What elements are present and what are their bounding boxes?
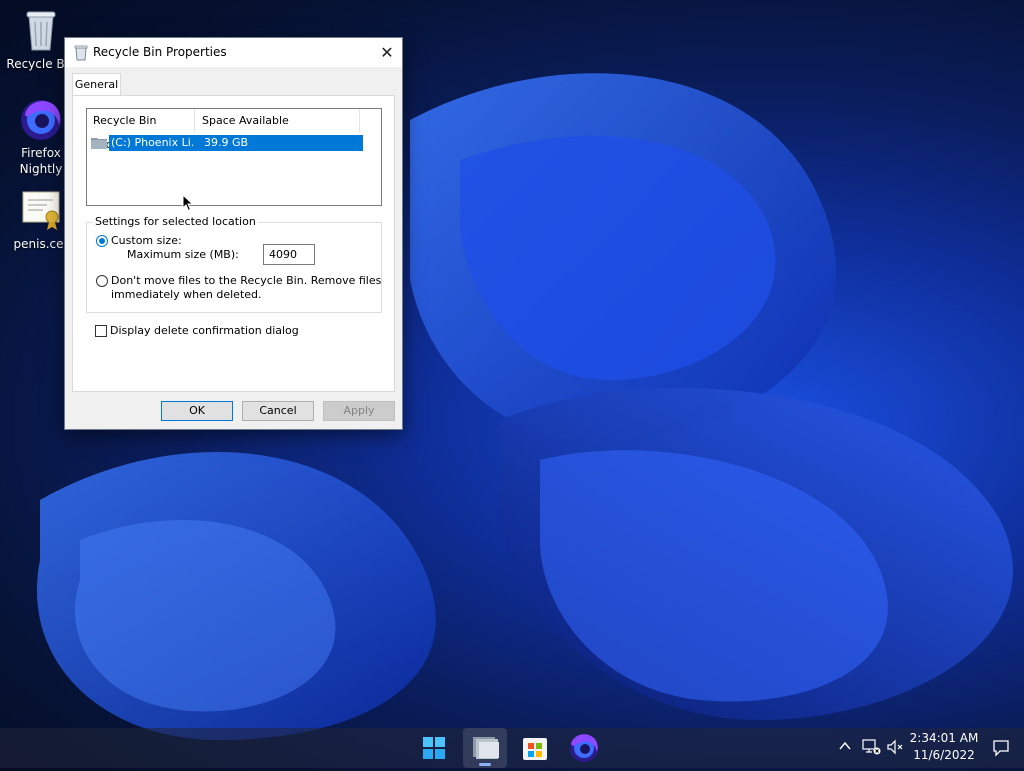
ok-button[interactable]: OK xyxy=(161,401,233,421)
microsoft-store-icon xyxy=(523,738,547,760)
taskbar-firefox-nightly[interactable] xyxy=(562,728,606,768)
close-button[interactable]: ✕ xyxy=(372,38,402,67)
recycle-bin-location-list[interactable]: Recycle Bin Location Space Available (C:… xyxy=(86,108,382,206)
custom-size-radio[interactable] xyxy=(96,235,108,247)
active-app-indicator xyxy=(479,763,491,766)
tab-general[interactable]: General xyxy=(72,73,121,96)
volume-button[interactable] xyxy=(886,739,904,758)
firefox-nightly-icon xyxy=(17,95,65,143)
chevron-up-icon xyxy=(839,741,851,750)
notification-center-button[interactable] xyxy=(992,739,1010,760)
clock-time: 2:34:01 AM xyxy=(909,731,979,745)
recycle-bin-icon xyxy=(17,6,65,54)
show-hidden-icons-button[interactable] xyxy=(838,739,852,756)
custom-size-label[interactable]: Custom size: xyxy=(111,234,182,247)
dont-move-label-line1[interactable]: Don't move files to the Recycle Bin. Rem… xyxy=(111,274,381,287)
row-space: 39.9 GB xyxy=(204,136,249,149)
cancel-button[interactable]: Cancel xyxy=(242,401,314,421)
notification-icon xyxy=(993,740,1009,757)
taskbar-clock[interactable]: 2:34:01 AM 11/6/2022 xyxy=(906,730,982,764)
mouse-cursor-icon xyxy=(182,193,194,215)
max-size-label: Maximum size (MB): xyxy=(127,248,239,261)
selected-row-highlight: (C:) Phoenix Li... 39.9 GB xyxy=(109,135,363,151)
certificate-icon xyxy=(17,186,65,234)
confirm-dialog-label[interactable]: Display delete confirmation dialog xyxy=(110,324,299,337)
settings-group-label: Settings for selected location xyxy=(93,215,258,228)
network-disconnected-icon xyxy=(862,739,881,755)
dialog-titlebar[interactable]: Recycle Bin Properties ✕ xyxy=(65,38,402,67)
list-header: Recycle Bin Location Space Available xyxy=(87,109,381,151)
drive-folder-icon xyxy=(91,136,107,149)
max-size-input[interactable]: 4090 xyxy=(263,244,315,265)
recycle-bin-properties-dialog: Recycle Bin Properties ✕ General Recycle… xyxy=(64,37,403,430)
taskbar-microsoft-store[interactable] xyxy=(513,728,557,768)
taskbar xyxy=(0,728,1024,768)
dont-move-radio[interactable] xyxy=(96,275,108,287)
volume-muted-icon xyxy=(887,739,903,755)
start-button[interactable] xyxy=(412,728,456,768)
apply-button[interactable]: Apply xyxy=(323,401,395,421)
network-status-button[interactable] xyxy=(861,738,881,759)
confirm-dialog-checkbox[interactable] xyxy=(95,325,107,337)
settings-group: Settings for selected location Custom si… xyxy=(86,215,382,313)
taskbar-file-explorer[interactable] xyxy=(463,728,507,768)
clock-date: 11/6/2022 xyxy=(913,748,975,762)
column-header-location[interactable]: Recycle Bin Location xyxy=(87,109,195,151)
list-item[interactable]: (C:) Phoenix Li... 39.9 GB xyxy=(91,135,363,151)
recycle-bin-icon xyxy=(74,45,88,61)
column-header-space[interactable]: Space Available xyxy=(195,109,360,133)
file-explorer-icon xyxy=(473,737,499,759)
row-location: (C:) Phoenix Li... xyxy=(111,136,195,149)
dont-move-label-line2[interactable]: immediately when deleted. xyxy=(111,288,262,301)
windows-start-icon xyxy=(423,737,445,759)
dialog-title: Recycle Bin Properties xyxy=(93,45,227,59)
firefox-nightly-icon xyxy=(570,734,598,762)
close-icon: ✕ xyxy=(380,43,394,62)
general-tab-panel: Recycle Bin Location Space Available (C:… xyxy=(72,95,395,392)
